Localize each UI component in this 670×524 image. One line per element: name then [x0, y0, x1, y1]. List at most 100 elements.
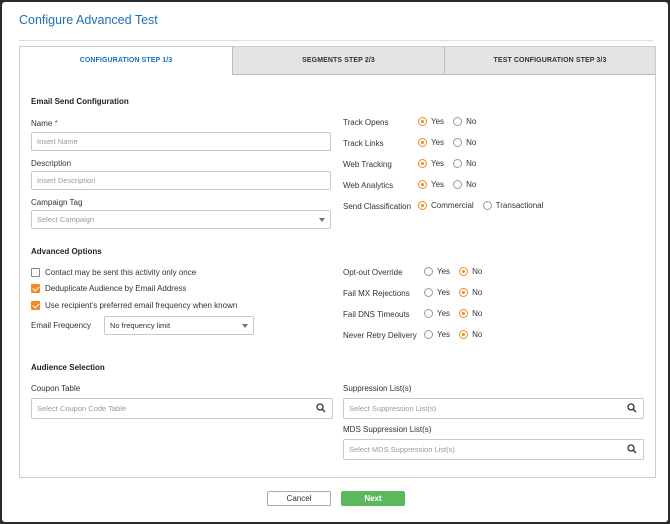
web-analytics-yes[interactable]: Yes [418, 180, 444, 189]
radio-no-label: No [472, 288, 483, 297]
radio-selected-icon[interactable] [418, 159, 427, 168]
search-icon[interactable] [316, 403, 326, 413]
radio-yes-label: Yes [437, 309, 451, 318]
radio-yes-label: Yes [431, 180, 445, 189]
radio-icon[interactable] [453, 180, 463, 189]
description-label: Description [31, 159, 72, 168]
fail-dns-radio-group: Yes No [424, 309, 491, 318]
optout-override-yes[interactable]: Yes [424, 267, 450, 276]
fail-mx-no[interactable]: No [459, 288, 482, 297]
optout-override-no[interactable]: No [459, 267, 482, 276]
radio-selected-icon[interactable] [459, 330, 469, 339]
radio-selected-icon[interactable] [418, 180, 427, 189]
fail-mx-label: Fail MX Rejections [343, 289, 410, 298]
advanced-options-section-title: Advanced Options [31, 247, 102, 256]
radio-no-label: No [466, 180, 477, 189]
radio-icon[interactable] [453, 138, 463, 147]
radio-icon[interactable] [424, 288, 433, 297]
mds-suppression-list-search[interactable]: Select MDS Suppression List(s) [343, 439, 644, 460]
track-opens-no[interactable]: No [453, 117, 476, 126]
radio-selected-icon[interactable] [418, 117, 427, 126]
configure-advanced-test-dialog: Configure Advanced Test CONFIGURATION ST… [2, 2, 668, 522]
contact-once-checkbox-row[interactable]: Contact may be sent this activity only o… [31, 268, 196, 277]
fail-dns-no[interactable]: No [459, 309, 482, 318]
contact-once-label: Contact may be sent this activity only o… [45, 268, 197, 277]
suppression-list-search[interactable]: Select Suppression List(s) [343, 398, 644, 419]
dialog-title: Configure Advanced Test [19, 13, 158, 27]
campaign-select[interactable]: Select Campaign [31, 210, 331, 229]
track-links-radio-group: Yes No [418, 138, 485, 147]
radio-yes-label: Yes [437, 288, 451, 297]
radio-selected-icon[interactable] [418, 201, 427, 210]
dedupe-checkbox-row[interactable]: Deduplicate Audience by Email Address [31, 284, 186, 293]
radio-selected-icon[interactable] [459, 288, 469, 297]
cancel-button[interactable]: Cancel [267, 491, 331, 506]
send-classification-radio-group: Commercial Transactional [418, 201, 552, 210]
track-opens-yes[interactable]: Yes [418, 117, 444, 126]
web-analytics-label: Web Analytics [343, 181, 394, 190]
campaign-tag-label: Campaign Tag [31, 198, 83, 207]
track-opens-label: Track Opens [343, 118, 389, 127]
track-links-no[interactable]: No [453, 138, 476, 147]
name-label-text: Name [31, 119, 53, 128]
radio-yes-label: Yes [431, 138, 445, 147]
send-classification-transactional[interactable]: Transactional [482, 201, 544, 210]
radio-yes-label: Yes [437, 330, 451, 339]
tab-configuration[interactable]: CONFIGURATION STEP 1/3 [20, 47, 232, 75]
never-retry-radio-group: Yes No [424, 330, 491, 339]
campaign-select-value: Select Campaign [37, 215, 95, 224]
radio-icon[interactable] [482, 201, 492, 210]
coupon-table-label: Coupon Table [31, 384, 81, 393]
preferred-frequency-checkbox-row[interactable]: Use recipient's preferred email frequenc… [31, 301, 237, 310]
radio-selected-icon[interactable] [418, 138, 427, 147]
search-icon[interactable] [627, 444, 637, 454]
coupon-table-search[interactable]: Select Coupon Code Table [31, 398, 333, 419]
fail-dns-yes[interactable]: Yes [424, 309, 450, 318]
checkbox-checked-icon[interactable] [31, 301, 40, 310]
wizard-panel: CONFIGURATION STEP 1/3 SEGMENTS STEP 2/3… [19, 46, 656, 478]
optout-override-label: Opt-out Override [343, 268, 403, 277]
radio-no-label: No [466, 138, 477, 147]
track-links-yes[interactable]: Yes [418, 138, 444, 147]
fail-mx-yes[interactable]: Yes [424, 288, 450, 297]
mds-suppression-list-placeholder: Select MDS Suppression List(s) [349, 445, 455, 454]
chevron-down-icon [319, 218, 325, 222]
web-analytics-radio-group: Yes No [418, 180, 485, 189]
email-frequency-select[interactable]: No frequency limit [104, 316, 254, 335]
radio-icon[interactable] [424, 267, 433, 276]
email-send-section-title: Email Send Configuration [31, 97, 129, 106]
radio-no-label: No [472, 309, 483, 318]
radio-icon[interactable] [453, 117, 463, 126]
description-input[interactable]: Insert Description [31, 171, 331, 190]
radio-selected-icon[interactable] [459, 309, 469, 318]
radio-transactional-label: Transactional [495, 201, 544, 210]
web-tracking-yes[interactable]: Yes [418, 159, 444, 168]
search-icon[interactable] [627, 403, 637, 413]
radio-icon[interactable] [424, 330, 433, 339]
send-classification-commercial[interactable]: Commercial [418, 201, 474, 210]
name-label: Name * [31, 119, 58, 128]
audience-selection-section-title: Audience Selection [31, 363, 105, 372]
tab-test-configuration[interactable]: TEST CONFIGURATION STEP 3/3 [444, 47, 655, 75]
dedupe-label: Deduplicate Audience by Email Address [45, 284, 187, 293]
never-retry-yes[interactable]: Yes [424, 330, 450, 339]
suppression-list-label: Suppression List(s) [343, 384, 412, 393]
optout-override-radio-group: Yes No [424, 267, 491, 276]
name-input[interactable]: Insert Name [31, 132, 331, 151]
mds-suppression-list-label: MDS Suppression List(s) [343, 425, 432, 434]
checkbox-checked-icon[interactable] [31, 284, 40, 293]
radio-commercial-label: Commercial [431, 201, 474, 210]
radio-no-label: No [466, 159, 477, 168]
radio-icon[interactable] [424, 309, 433, 318]
next-button[interactable]: Next [341, 491, 405, 506]
radio-yes-label: Yes [431, 117, 445, 126]
radio-selected-icon[interactable] [459, 267, 469, 276]
tab-segments[interactable]: SEGMENTS STEP 2/3 [232, 47, 444, 75]
radio-icon[interactable] [453, 159, 463, 168]
web-tracking-no[interactable]: No [453, 159, 476, 168]
web-analytics-no[interactable]: No [453, 180, 476, 189]
never-retry-no[interactable]: No [459, 330, 482, 339]
fail-mx-radio-group: Yes No [424, 288, 491, 297]
checkbox-icon[interactable] [31, 268, 40, 277]
email-frequency-value: No frequency limit [110, 321, 171, 330]
